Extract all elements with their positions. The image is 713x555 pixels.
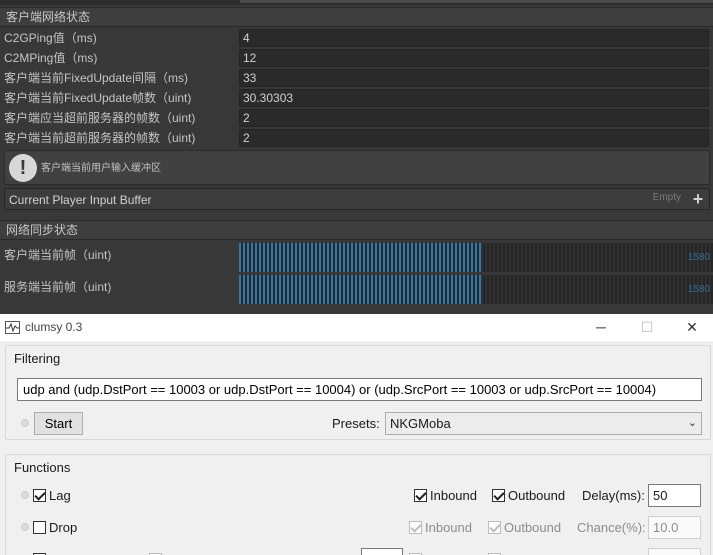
input-buffer-empty: Empty xyxy=(652,192,681,203)
fixedupdate-frames-label: 客户端当前FixedUpdate帧数（uint) xyxy=(4,91,192,105)
filtering-label: Filtering xyxy=(14,351,61,366)
top-strip xyxy=(0,0,713,5)
start-button[interactable]: Start xyxy=(34,412,83,435)
presets-select[interactable]: NKGMoba ⌄ xyxy=(385,412,702,435)
c2g-ping-label: C2GPing值（ms) xyxy=(4,31,97,45)
clumsy-window: clumsy 0.3 ─ ☐ ✕ Filtering udp and (udp.… xyxy=(0,314,713,555)
filter-input[interactable]: udp and (udp.DstPort == 10003 or udp.Dst… xyxy=(17,378,702,401)
c2g-ping-field[interactable]: 4 xyxy=(239,29,709,47)
fixedupdate-frames-row: 客户端当前FixedUpdate帧数（uint) 30.30303 xyxy=(0,88,713,108)
c2g-ping-row: C2GPing值（ms) 4 xyxy=(0,28,713,48)
current-lead-frames-field[interactable]: 2 xyxy=(239,129,709,147)
c2m-ping-field[interactable]: 12 xyxy=(239,49,709,67)
client-network-header[interactable]: 客户端网络状态 xyxy=(0,7,713,27)
fixedupdate-frames-field[interactable]: 30.30303 xyxy=(239,89,709,107)
expected-lead-frames-label: 客户端应当超前服务器的帧数（uint) xyxy=(4,111,196,125)
input-buffer-list: Current Player Input Buffer Empty + xyxy=(4,188,710,210)
lag-inbound-label: Inbound xyxy=(430,488,477,503)
server-frame-progress-bar: 1580 xyxy=(239,275,713,304)
drop-status-icon xyxy=(21,523,29,531)
client-frame-label: 客户端当前帧（uint) xyxy=(4,248,112,262)
unity-inspector: 客户端网络状态 C2GPing值（ms) 4 C2MPing值（ms) 12 客… xyxy=(0,0,713,314)
lag-checkbox[interactable] xyxy=(33,489,46,502)
lag-inbound-checkbox[interactable] xyxy=(414,489,427,502)
throttle-input[interactable] xyxy=(361,548,403,555)
lag-outbound-checkbox[interactable] xyxy=(492,489,505,502)
presets-label: Presets: xyxy=(332,416,380,431)
lag-label: Lag xyxy=(49,488,71,503)
server-frame-value: 1580 xyxy=(687,284,710,295)
drop-chance-input[interactable]: 10.0 xyxy=(648,516,701,539)
filtering-group: Filtering udp and (udp.DstPort == 10003 … xyxy=(5,345,711,440)
server-frame-row: 服务端当前帧（uint) 1580 xyxy=(0,275,713,305)
server-frame-label: 服务端当前帧（uint) xyxy=(4,280,112,294)
info-exclamation-icon: ! xyxy=(9,154,37,182)
helpbox-text: 客户端当前用户输入缓冲区 xyxy=(41,163,161,174)
presets-selected-value: NKGMoba xyxy=(390,416,451,431)
current-lead-frames-label: 客户端当前超前服务器的帧数（uint) xyxy=(4,131,196,145)
c2m-ping-label: C2MPing值（ms) xyxy=(4,51,98,65)
current-lead-frames-row: 客户端当前超前服务器的帧数（uint) 2 xyxy=(0,128,713,148)
expected-lead-frames-row: 客户端应当超前服务器的帧数（uint) 2 xyxy=(0,108,713,128)
functions-label: Functions xyxy=(14,460,71,475)
client-frame-fill xyxy=(239,243,481,272)
server-frame-fill xyxy=(239,275,481,304)
fixedupdate-interval-field[interactable]: 33 xyxy=(239,69,709,87)
drop-label: Drop xyxy=(49,520,78,535)
add-element-button[interactable]: + xyxy=(689,190,707,209)
drop-inbound-label: Inbound xyxy=(425,520,472,535)
status-indicator-icon xyxy=(21,419,29,427)
functions-group: Functions Lag Inbound Outbound Delay(ms)… xyxy=(5,454,711,555)
fixedupdate-interval-label: 客户端当前FixedUpdate间隔（ms) xyxy=(4,71,189,85)
row3-param-input[interactable] xyxy=(648,548,701,555)
drop-checkbox[interactable] xyxy=(33,521,46,534)
maximize-icon[interactable]: ☐ xyxy=(624,314,670,341)
drop-outbound-checkbox[interactable] xyxy=(488,521,501,534)
network-sync-header[interactable]: 网络同步状态 xyxy=(0,220,713,240)
drop-chance-label: Chance(%): xyxy=(577,520,646,535)
lag-delay-input[interactable]: 50 xyxy=(648,484,701,507)
drop-inbound-checkbox[interactable] xyxy=(409,521,422,534)
app-waveform-icon xyxy=(5,321,20,334)
drop-outbound-label: Outbound xyxy=(504,520,562,535)
window-title: clumsy 0.3 xyxy=(25,320,83,334)
lag-status-icon xyxy=(21,491,29,499)
chevron-down-icon: ⌄ xyxy=(687,417,697,429)
close-icon[interactable]: ✕ xyxy=(669,314,713,341)
lag-delay-label: Delay(ms): xyxy=(582,488,645,503)
client-frame-row: 客户端当前帧（uint) 1580 xyxy=(0,243,713,273)
lag-outbound-label: Outbound xyxy=(508,488,566,503)
input-buffer-label: Current Player Input Buffer xyxy=(9,193,152,207)
fixedupdate-interval-row: 客户端当前FixedUpdate间隔（ms) 33 xyxy=(0,68,713,88)
expected-lead-frames-field[interactable]: 2 xyxy=(239,109,709,127)
client-frame-progress-bar: 1580 xyxy=(239,243,713,272)
title-bar[interactable]: clumsy 0.3 ─ ☐ ✕ xyxy=(0,314,713,341)
minimize-icon[interactable]: ─ xyxy=(578,314,624,341)
input-buffer-helpbox: ! 客户端当前用户输入缓冲区 xyxy=(4,150,710,185)
client-frame-value: 1580 xyxy=(687,252,710,263)
c2m-ping-row: C2MPing值（ms) 12 xyxy=(0,48,713,68)
